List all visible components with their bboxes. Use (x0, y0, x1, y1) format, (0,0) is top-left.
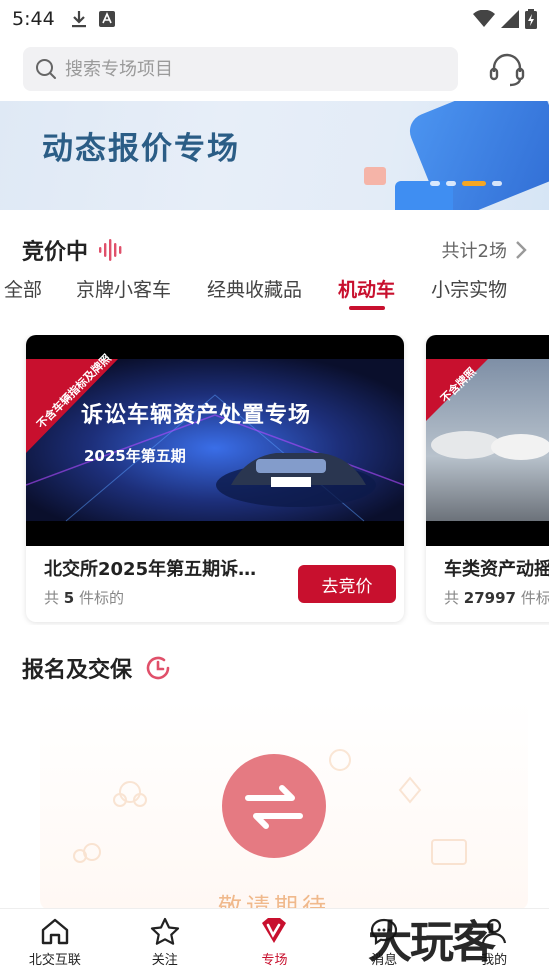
go-bid-button[interactable]: 去竞价 (298, 565, 396, 603)
v-diamond-icon (262, 918, 287, 943)
card-meta-prefix: 共 (444, 589, 460, 607)
star-icon (150, 917, 179, 945)
card-poster-subtitle: 2025年第五期 (84, 447, 186, 465)
app-notification-icon (98, 11, 115, 27)
wifi-icon (473, 10, 495, 27)
category-tabs: 全部 京牌小客车 经典收藏品 机动车 小宗实物 (0, 272, 549, 314)
bidding-total-link[interactable]: 共计2场 (442, 237, 527, 263)
bidding-card[interactable]: 不含牌照 车类资产动摇 共 27997 件标 (426, 335, 549, 622)
card-poster: 不含车辆指标及牌照 诉讼车辆资产处置专场 2025年第五期 (26, 335, 404, 546)
tab-motor-vehicles[interactable]: 机动车 (338, 272, 395, 312)
card-meta: 共 27997 件标 (444, 587, 549, 608)
nav-special-label: 专场 (261, 953, 288, 968)
card-poster: 不含牌照 (426, 335, 549, 546)
bidding-card[interactable]: 不含车辆指标及牌照 诉讼车辆资产处置专场 2025年第五期 北交所2025年第五… (26, 335, 404, 622)
coming-soon-text: 敬请期待 (218, 893, 330, 910)
signal-icon (501, 10, 519, 28)
nav-special[interactable]: 专场 (220, 909, 330, 977)
card-title: 车类资产动摇 (444, 559, 549, 580)
sound-wave-icon (99, 239, 122, 261)
coming-soon-illustration (73, 749, 467, 865)
chevron-right-icon (516, 241, 527, 259)
home-icon (41, 918, 69, 945)
battery-icon (525, 9, 537, 29)
card-meta: 共 5 件标的 (44, 587, 124, 608)
tab-collectibles[interactable]: 经典收藏品 (207, 272, 302, 312)
search-row (0, 46, 549, 92)
signup-section-header: 报名及交保 (22, 652, 172, 684)
customer-service-icon[interactable] (487, 49, 527, 89)
bidding-title: 竞价中 (22, 240, 89, 265)
tab-motor-vehicles-label: 机动车 (338, 279, 396, 301)
poster-graphic (26, 359, 404, 522)
nav-follow[interactable]: 关注 (110, 909, 220, 977)
carousel-dot (446, 181, 456, 186)
search-icon (36, 59, 56, 79)
tab-small-goods[interactable]: 小宗实物 (431, 272, 507, 312)
bidding-header: 竞价中 共计2场 (0, 230, 549, 270)
card-meta-suffix: 件标 (520, 589, 549, 607)
download-icon (71, 11, 86, 28)
search-box[interactable] (23, 47, 458, 91)
carousel-dot-active (462, 181, 486, 186)
banner-decor-cube (364, 167, 386, 185)
bidding-total: 共计2场 (441, 241, 507, 262)
card-poster-title: 诉讼车辆资产处置专场 (81, 403, 312, 428)
promo-banner[interactable]: 动态报价专场 (0, 101, 549, 210)
carousel-dot (430, 181, 440, 186)
watermark: 大玩客 (368, 917, 496, 968)
tab-beijing-car[interactable]: 京牌小客车 (76, 272, 171, 312)
card-meta-suffix: 件标的 (79, 589, 125, 607)
active-tab-indicator (348, 306, 385, 310)
coming-soon-panel: 敬请期待 (40, 700, 528, 910)
card-meta-prefix: 共 (44, 589, 60, 607)
signup-title: 报名及交保 (22, 658, 133, 683)
nav-home-label: 北交互联 (28, 953, 81, 968)
status-bar: 5:44 (0, 0, 549, 38)
bidding-cards: 不含车辆指标及牌照 诉讼车辆资产处置专场 2025年第五期 北交所2025年第五… (0, 335, 549, 625)
carousel-dot (492, 181, 502, 186)
clock-icon (146, 656, 170, 680)
status-time: 5:44 (12, 8, 55, 30)
nav-follow-label: 关注 (151, 953, 178, 968)
search-input[interactable] (65, 58, 425, 80)
card-item-count: 27997 (463, 589, 516, 607)
card-item-count: 5 (63, 589, 75, 607)
nav-home[interactable]: 北交互联 (0, 909, 110, 977)
banner-title: 动态报价专场 (42, 131, 240, 167)
card-title: 北交所2025年第五期诉… (44, 559, 257, 580)
banner-carousel-dots (430, 181, 502, 186)
bidding-section: 竞价中 共计2场 (0, 230, 549, 270)
tab-all[interactable]: 全部 (4, 272, 42, 312)
